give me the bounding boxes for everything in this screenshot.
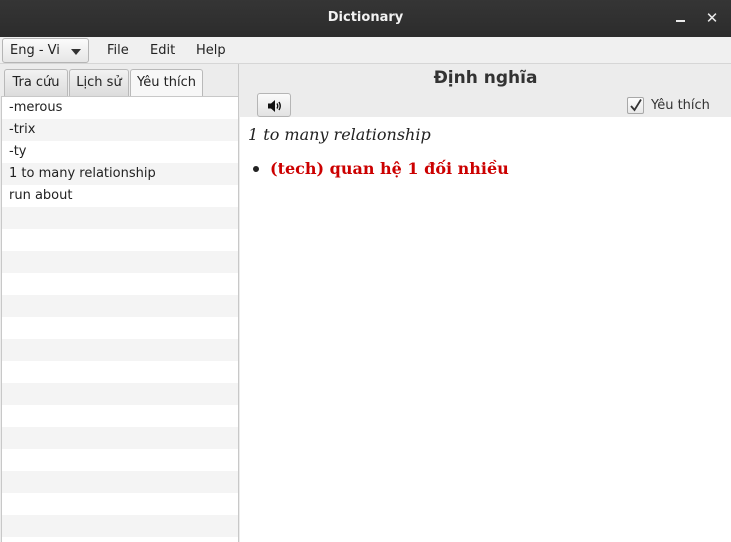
list-item-empty <box>2 471 238 493</box>
list-item-empty <box>2 317 238 339</box>
close-icon: ✕ <box>705 9 719 27</box>
definition-header: Định nghĩa Yêu thích <box>240 64 731 117</box>
list-item-empty <box>2 361 238 383</box>
language-select[interactable]: Eng - Vi <box>2 38 89 63</box>
check-icon <box>630 99 642 112</box>
list-item-empty <box>2 405 238 427</box>
list-item[interactable]: 1 to many relationship <box>2 163 238 185</box>
list-item-empty <box>2 207 238 229</box>
list-item[interactable]: -ty <box>2 141 238 163</box>
list-item-empty <box>2 229 238 251</box>
list-item-empty <box>2 383 238 405</box>
left-pane: Tra cứu Lịch sử Yêu thích -merous -trix … <box>0 64 239 542</box>
list-item-empty <box>2 537 238 542</box>
menu-help[interactable]: Help <box>196 43 226 58</box>
list-item-empty <box>2 295 238 317</box>
meaning-item: (tech) quan hệ 1 đối nhiều <box>253 159 509 178</box>
definition-content: 1 to many relationship (tech) quan hệ 1 … <box>240 117 731 542</box>
minimize-icon <box>675 20 685 22</box>
minimize-button[interactable] <box>671 9 689 27</box>
list-item[interactable]: -merous <box>2 97 238 119</box>
menu-edit[interactable]: Edit <box>150 43 175 58</box>
list-item-empty <box>2 251 238 273</box>
pronounce-button[interactable] <box>257 93 291 117</box>
list-item-empty <box>2 339 238 361</box>
language-select-value: Eng - Vi <box>10 43 60 58</box>
menu-file[interactable]: File <box>107 43 129 58</box>
list-item-empty <box>2 427 238 449</box>
definition-title: Định nghĩa <box>433 68 538 88</box>
speaker-icon <box>268 100 281 112</box>
window-title: Dictionary <box>327 10 404 25</box>
title-bar: Dictionary ✕ <box>0 0 731 37</box>
app-window: Dictionary ✕ Eng - Vi File Edit Help Tra… <box>0 0 731 542</box>
bullet-icon <box>253 166 259 172</box>
list-item-empty <box>2 493 238 515</box>
tab-bar: Tra cứu Lịch sử Yêu thích <box>0 64 239 97</box>
tab-history[interactable]: Lịch sử <box>69 69 129 96</box>
list-item-empty <box>2 515 238 537</box>
tab-favorites[interactable]: Yêu thích <box>130 69 203 97</box>
tab-lookup[interactable]: Tra cứu <box>4 69 68 96</box>
meaning-text: (tech) quan hệ 1 đối nhiều <box>270 159 509 178</box>
list-item-empty <box>2 449 238 471</box>
headword: 1 to many relationship <box>248 125 431 144</box>
right-pane: Định nghĩa Yêu thích 1 to many relations… <box>240 64 731 542</box>
favorites-list[interactable]: -merous -trix -ty 1 to many relationship… <box>1 96 238 542</box>
list-item-empty <box>2 273 238 295</box>
list-item[interactable]: run about <box>2 185 238 207</box>
checkbox-box[interactable] <box>627 97 644 114</box>
chevron-down-icon <box>71 49 81 55</box>
favorite-label: Yêu thích <box>651 98 710 113</box>
menu-bar: Eng - Vi File Edit Help <box>0 37 731 64</box>
close-button[interactable]: ✕ <box>703 9 721 27</box>
list-item[interactable]: -trix <box>2 119 238 141</box>
